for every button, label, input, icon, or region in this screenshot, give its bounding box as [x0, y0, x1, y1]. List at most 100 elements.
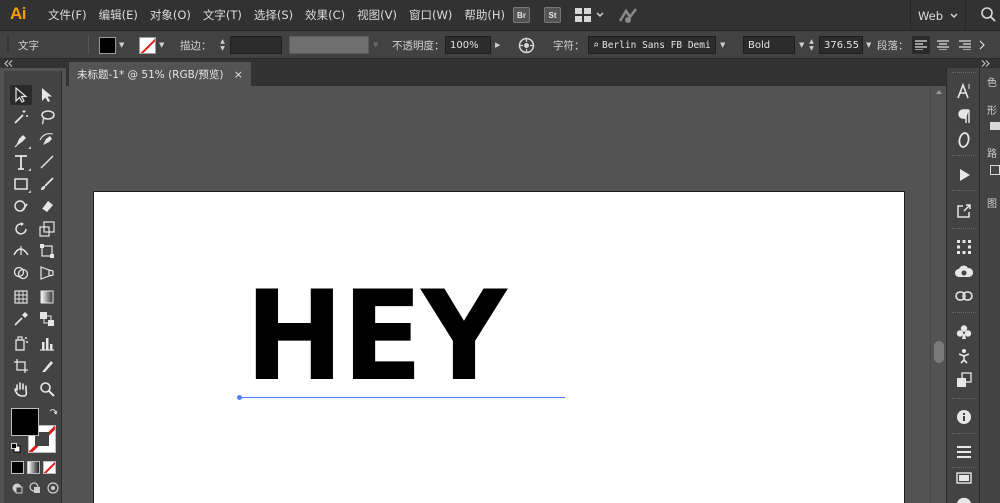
- dock-grip[interactable]: [952, 433, 976, 436]
- control-bar-grip[interactable]: [6, 31, 10, 59]
- symbols-panel-button[interactable]: [953, 322, 975, 342]
- links-panel-button[interactable]: [953, 286, 975, 306]
- shaper-tool[interactable]: [10, 196, 32, 216]
- stock-button[interactable]: St: [544, 7, 561, 23]
- workspace-switcher[interactable]: Web: [910, 0, 966, 31]
- menu-view[interactable]: 视图(V): [351, 0, 403, 31]
- info-panel-button[interactable]: [953, 407, 975, 427]
- side-panel-label[interactable]: 路: [987, 145, 997, 160]
- draw-inside-icon[interactable]: [47, 482, 59, 494]
- zoom-tool[interactable]: [36, 379, 58, 399]
- type-tool[interactable]: [10, 152, 32, 172]
- mesh-tool[interactable]: [10, 287, 32, 307]
- side-panel-label[interactable]: 图: [987, 195, 997, 210]
- search-button[interactable]: [980, 6, 996, 26]
- panel-icon[interactable]: [990, 122, 1000, 130]
- font-size-stepper[interactable]: ▲ ▼: [806, 36, 817, 54]
- close-tab-icon[interactable]: ×: [234, 68, 243, 81]
- eraser-tool[interactable]: [36, 196, 58, 216]
- vertical-scrollbar[interactable]: [930, 86, 946, 503]
- scale-tool[interactable]: [36, 219, 58, 239]
- draw-behind-icon[interactable]: [29, 482, 41, 494]
- align-right-button[interactable]: [956, 36, 974, 54]
- cc-libraries-button[interactable]: [953, 261, 975, 281]
- artboard-text[interactable]: HEY: [245, 274, 507, 398]
- dock-grip[interactable]: [952, 155, 976, 158]
- line-segment-tool[interactable]: [36, 152, 58, 172]
- layers-panel-button[interactable]: [953, 442, 975, 462]
- default-fill-stroke-icon[interactable]: [11, 443, 21, 453]
- hand-tool[interactable]: [10, 379, 32, 399]
- stroke-weight-control[interactable]: ▲ ▼: [217, 31, 282, 59]
- pen-tool[interactable]: [10, 130, 32, 150]
- puppet-warp-button[interactable]: [953, 346, 975, 366]
- dock-grip[interactable]: [952, 398, 976, 401]
- menu-window[interactable]: 窗口(W): [403, 0, 458, 31]
- stroke-panel-button[interactable]: [953, 468, 975, 488]
- paintbrush-tool[interactable]: [36, 174, 58, 194]
- brush-definition-field[interactable]: [289, 36, 369, 54]
- more-options-button[interactable]: [978, 36, 986, 54]
- menu-object[interactable]: 对象(O): [144, 0, 197, 31]
- stroke-weight-stepper[interactable]: ▲ ▼: [217, 36, 228, 54]
- align-left-button[interactable]: [912, 36, 930, 54]
- blend-tool[interactable]: [36, 309, 58, 329]
- toolbox-header[interactable]: [0, 59, 66, 68]
- symbol-sprayer-tool[interactable]: [10, 333, 32, 353]
- direct-selection-tool[interactable]: [36, 85, 58, 105]
- menu-effect[interactable]: 效果(C): [299, 0, 351, 31]
- shape-builder-tool[interactable]: [10, 263, 32, 283]
- gpu-performance-icon[interactable]: [618, 7, 638, 25]
- perspective-grid-tool[interactable]: [36, 263, 58, 283]
- artboard-tool[interactable]: [10, 356, 32, 376]
- font-size-input[interactable]: 376.55: [819, 36, 863, 54]
- rotate-tool[interactable]: [10, 219, 32, 239]
- eyedropper-tool[interactable]: [10, 309, 32, 329]
- stroke-weight-input[interactable]: [230, 36, 282, 54]
- slice-tool[interactable]: [36, 356, 58, 376]
- character-panel-button[interactable]: [953, 81, 975, 101]
- artboard[interactable]: HEY: [93, 191, 905, 503]
- paragraph-panel-button[interactable]: [953, 106, 975, 126]
- canvas-area[interactable]: HEY: [66, 86, 930, 503]
- dock-grip[interactable]: [952, 312, 976, 315]
- chevron-down-icon[interactable]: ▼: [159, 41, 164, 49]
- column-graph-tool[interactable]: [36, 333, 58, 353]
- stroke-color-control[interactable]: ▼: [139, 31, 164, 59]
- scroll-up-icon[interactable]: [935, 89, 943, 95]
- side-panel-label[interactable]: 形: [987, 102, 997, 117]
- recolor-button[interactable]: [518, 31, 535, 59]
- menu-help[interactable]: 帮助(H): [458, 0, 511, 31]
- opacity-control[interactable]: 100% ▶: [445, 31, 500, 59]
- curvature-tool[interactable]: [36, 130, 58, 150]
- opacity-input[interactable]: 100%: [445, 36, 491, 54]
- dock-grip[interactable]: [952, 72, 976, 75]
- text-anchor-point[interactable]: [237, 395, 242, 400]
- document-tab[interactable]: 未标题-1* @ 51% (RGB/预览) ×: [69, 62, 251, 86]
- font-size-control[interactable]: ▲ ▼ 376.55 ▼: [806, 31, 871, 59]
- gradient-tool[interactable]: [36, 287, 58, 307]
- draw-normal-icon[interactable]: [11, 482, 23, 494]
- menu-file[interactable]: 文件(F): [42, 0, 93, 31]
- dock-header[interactable]: [946, 59, 1000, 68]
- chevron-down-icon[interactable]: ▼: [866, 41, 871, 49]
- scrollbar-thumb[interactable]: [934, 341, 944, 363]
- lasso-tool[interactable]: [36, 107, 58, 127]
- panel-icon[interactable]: [990, 165, 1000, 175]
- export-panel-button[interactable]: [953, 201, 975, 221]
- arrange-documents-button[interactable]: [575, 8, 604, 22]
- asset-export-button[interactable]: [953, 370, 975, 390]
- bridge-button[interactable]: Br: [513, 7, 530, 23]
- width-tool[interactable]: [10, 241, 32, 261]
- fill-swatch[interactable]: [99, 36, 116, 54]
- font-family-control[interactable]: ⌕ Berlin Sans FB Demi B ▼: [588, 31, 725, 59]
- actions-panel-button[interactable]: [953, 165, 975, 185]
- chevron-down-icon[interactable]: ▼: [373, 41, 378, 49]
- color-button[interactable]: [11, 461, 24, 474]
- menu-type[interactable]: 文字(T): [197, 0, 248, 31]
- menu-select[interactable]: 选择(S): [248, 0, 299, 31]
- transparency-panel-button[interactable]: [953, 489, 975, 503]
- chevron-right-icon[interactable]: ▶: [495, 41, 500, 49]
- swap-fill-stroke-icon[interactable]: [48, 408, 58, 418]
- dock-grip[interactable]: [952, 190, 976, 193]
